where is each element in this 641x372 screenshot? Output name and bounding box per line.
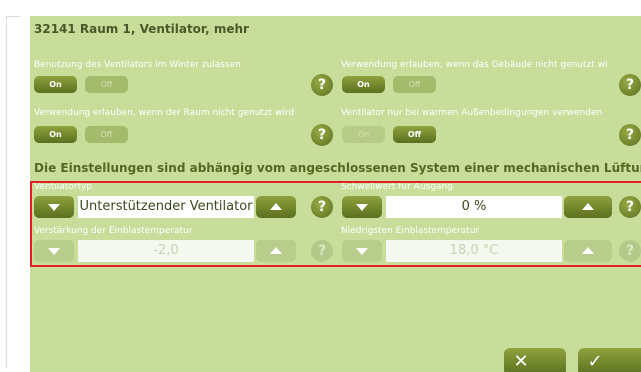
settings-dialog: 32141 Raum 1, Ventilator, mehr Benutzung… [30,16,641,372]
confirm-button[interactable]: ✓ [578,348,641,372]
room-unused-on-button[interactable]: On [34,126,77,143]
close-icon: ✕ [513,351,529,372]
building-unused-help-icon[interactable]: ? [619,74,641,96]
room-unused-off-button[interactable]: Off [85,126,128,143]
building-unused-off-button[interactable]: Off [393,76,436,93]
room-unused-help-icon[interactable]: ? [311,124,333,146]
dialog-title: 32141 Raum 1, Ventilator, mehr [34,22,249,36]
warm-conditions-on-button[interactable]: On [342,126,385,143]
option-label-building-unused: Verwendung erlauben, wenn das Gebäude ni… [341,60,608,70]
winter-off-button[interactable]: Off [85,76,128,93]
section-title: Die Einstellungen sind abhängig vom ange… [34,161,641,175]
warm-conditions-help-icon[interactable]: ? [619,124,641,146]
option-label-warm-conditions: Ventilator nur bei warmen Außenbedingung… [341,108,603,118]
checkmark-icon: ✓ [587,351,603,372]
window-edge-line-top [6,16,20,17]
highlight-frame [30,181,641,267]
warm-conditions-off-button[interactable]: Off [393,126,436,143]
building-unused-on-button[interactable]: On [342,76,385,93]
winter-on-button[interactable]: On [34,76,77,93]
option-label-winter: Benutzung des Ventilators im Winter zula… [34,60,241,70]
cancel-button[interactable]: ✕ [504,348,566,372]
winter-help-icon[interactable]: ? [311,74,333,96]
window-edge-line [6,16,7,368]
option-label-room-unused: Verwendung erlauben, wenn der Raum nicht… [34,108,295,118]
